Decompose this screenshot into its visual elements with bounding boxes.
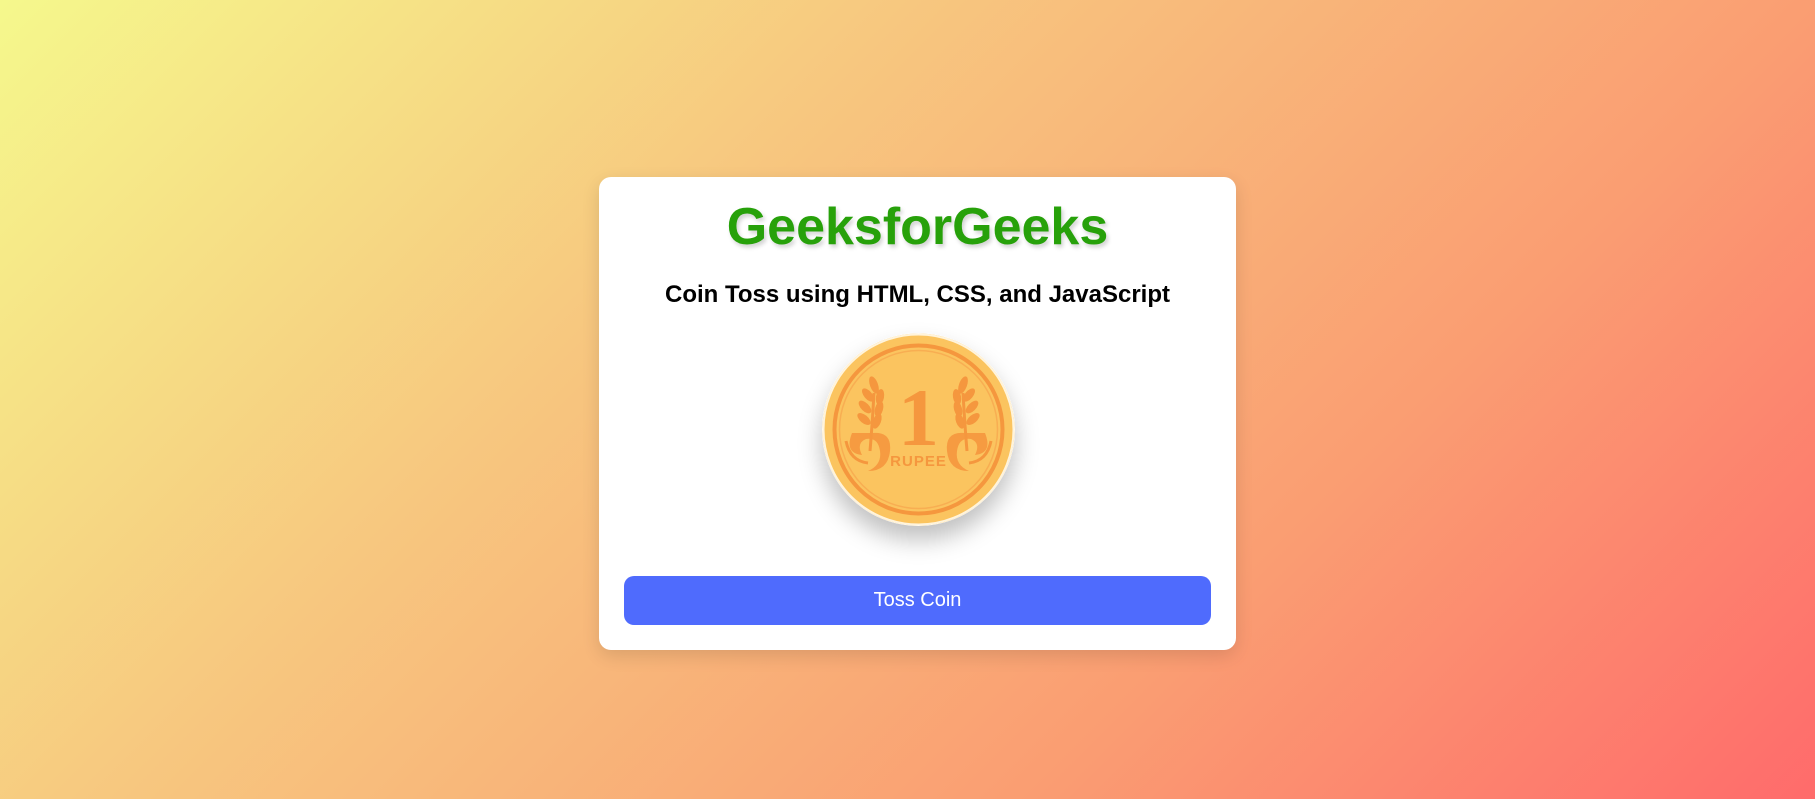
page-subtitle: Coin Toss using HTML, CSS, and JavaScrip… (665, 281, 1170, 308)
brand-title: GeeksforGeeks (726, 198, 1109, 256)
toss-coin-button[interactable]: Toss Coin (624, 576, 1211, 625)
rupee-coin-icon: 1 RUPEE (822, 333, 1015, 526)
coin-face-value: 1 (898, 372, 939, 463)
coin-toss-card: GeeksforGeeks Coin Toss using HTML, CSS,… (599, 177, 1236, 650)
coin[interactable]: 1 RUPEE (822, 333, 1015, 526)
coin-face-label: RUPEE (890, 453, 947, 470)
